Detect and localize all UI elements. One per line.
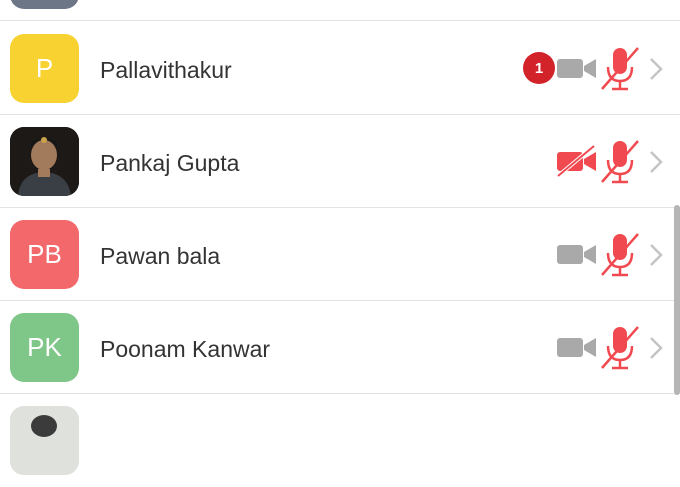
avatar: PB bbox=[10, 220, 79, 289]
mic-muted-icon[interactable] bbox=[598, 324, 642, 372]
participant-row[interactable]: PB Pawan bala bbox=[0, 208, 680, 301]
avatar bbox=[10, 406, 79, 475]
participant-list: P Pallavithakur 1 Pankaj Gupta PB Pawan … bbox=[0, 0, 680, 475]
participant-row-partial-bottom[interactable] bbox=[0, 394, 680, 487]
participant-row[interactable]: P Pallavithakur 1 bbox=[0, 22, 680, 115]
profile-photo-icon bbox=[10, 406, 79, 475]
participant-row[interactable]: PK Poonam Kanwar bbox=[0, 301, 680, 394]
participant-name: Pankaj Gupta bbox=[100, 150, 240, 176]
video-off-icon[interactable] bbox=[556, 53, 598, 83]
avatar-initials: PK bbox=[27, 332, 62, 362]
participant-name: Pawan bala bbox=[100, 243, 221, 269]
chevron-right-icon[interactable] bbox=[648, 335, 664, 361]
chevron-right-icon[interactable] bbox=[648, 56, 664, 82]
video-off-icon[interactable] bbox=[556, 144, 598, 178]
unread-badge: 1 bbox=[523, 52, 555, 84]
avatar-initials: P bbox=[35, 53, 54, 83]
mic-muted-icon[interactable] bbox=[598, 231, 642, 279]
avatar: PK bbox=[10, 313, 79, 382]
mic-muted-icon[interactable] bbox=[598, 45, 642, 93]
avatar-initials: PB bbox=[27, 239, 62, 269]
mic-muted-icon[interactable] bbox=[598, 138, 642, 186]
participant-name: Poonam Kanwar bbox=[100, 336, 271, 362]
avatar bbox=[10, 127, 79, 196]
profile-photo-icon bbox=[10, 127, 79, 196]
scrollbar[interactable] bbox=[674, 205, 680, 395]
avatar bbox=[10, 0, 79, 9]
participant-row-partial-top[interactable] bbox=[0, 0, 680, 21]
chevron-right-icon[interactable] bbox=[648, 149, 664, 175]
avatar: P bbox=[10, 34, 79, 103]
video-off-icon[interactable] bbox=[556, 332, 598, 362]
video-off-icon[interactable] bbox=[556, 239, 598, 269]
participant-row[interactable]: Pankaj Gupta bbox=[0, 115, 680, 208]
participant-name: Pallavithakur bbox=[100, 57, 232, 83]
chevron-right-icon[interactable] bbox=[648, 242, 664, 268]
